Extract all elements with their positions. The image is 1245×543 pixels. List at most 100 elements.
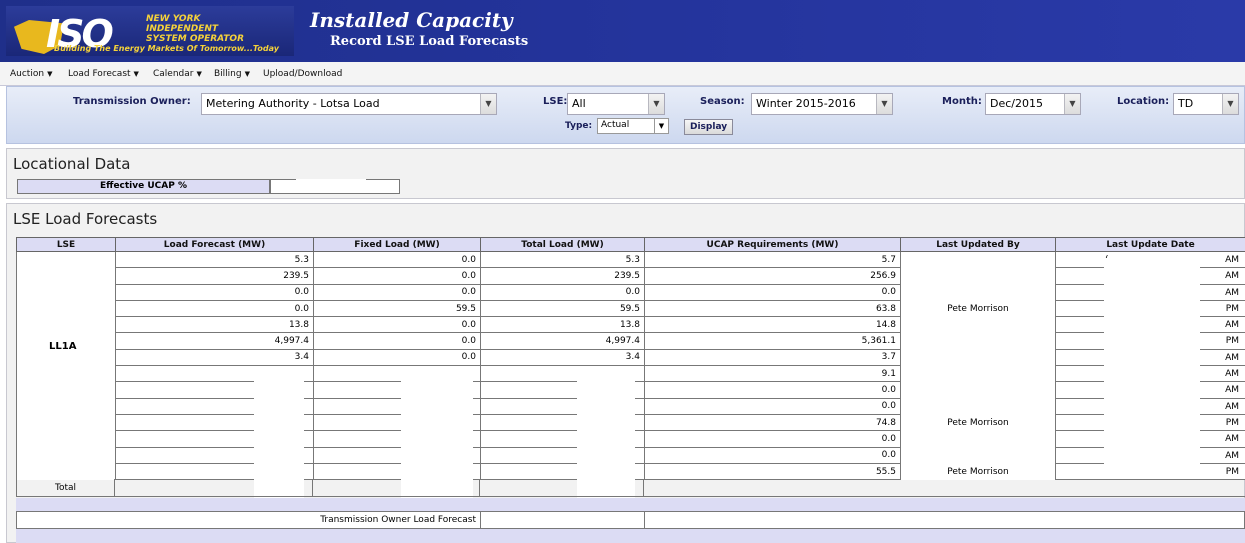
- page-title: Installed Capacity: [310, 8, 513, 32]
- date-ampm: AM: [1225, 287, 1239, 298]
- fixed-load-cell: 0.0: [313, 332, 481, 350]
- fixed-load-cell: 0.0: [313, 349, 481, 367]
- last-updated-by-cell: [900, 398, 1056, 415]
- month-value: Dec/2015: [990, 97, 1043, 110]
- table-row: 4,997.40.04,997.45,361.1(PM: [16, 332, 1245, 350]
- last-updated-by-cell: [900, 251, 1056, 268]
- to-load-forecast-value: [481, 512, 645, 528]
- locational-data-panel: Locational Data Effective UCAP %: [6, 148, 1245, 199]
- ucap-requirements-cell: 55.5: [644, 463, 901, 481]
- main-menu-bar: Auction ▼ Load Forecast ▼ Calendar ▼ Billin…: [0, 62, 1245, 86]
- total-total-load: [480, 479, 644, 497]
- menu-calendar[interactable]: Calendar ▼: [153, 69, 202, 79]
- table-row: 0.00.00.00.0(AM: [16, 284, 1245, 301]
- lse-merged-cell: [35, 258, 93, 470]
- chevron-down-icon: ▼: [244, 70, 250, 78]
- date-ampm: PM: [1225, 303, 1239, 314]
- lse-load-forecasts-title: LSE Load Forecasts: [13, 210, 158, 228]
- month-label: Month:: [942, 96, 982, 107]
- col-header-fixed-load[interactable]: Fixed Load (MW): [313, 237, 481, 252]
- load-forecast-cell[interactable]: 13.8: [115, 316, 314, 334]
- to-load-forecast-label: Transmission Owner Load Forecast: [17, 512, 481, 528]
- locational-data-title: Locational Data: [13, 155, 131, 173]
- ucap-requirements-cell: 0.0: [644, 284, 901, 301]
- lse-label: LSE:: [543, 96, 568, 107]
- load-forecast-cell[interactable]: 239.5: [115, 267, 314, 285]
- last-updated-by-cell: Pete Morrison: [900, 463, 1056, 480]
- date-ampm: AM: [1225, 385, 1239, 396]
- display-button[interactable]: Display: [684, 119, 734, 135]
- menu-load-forecast-label: Load Forecast: [68, 69, 131, 79]
- to-load-forecast-row: Transmission Owner Load Forecast: [16, 511, 1245, 529]
- transmission-owner-label: Transmission Owner:: [73, 96, 191, 107]
- col-header-last-updated-by[interactable]: Last Updated By: [900, 237, 1056, 252]
- col-header-total-load[interactable]: Total Load (MW): [480, 237, 645, 252]
- total-label: Total: [16, 479, 115, 497]
- total-load-forecast: [115, 479, 313, 497]
- header-banner: ISO NEW YORK INDEPENDENT SYSTEM OPERATOR…: [0, 0, 1245, 62]
- load-forecast-cell[interactable]: 4,997.4: [115, 332, 314, 350]
- table-header-row: LSE Load Forecast (MW) Fixed Load (MW) T…: [16, 237, 1245, 252]
- menu-upload-download-label: Upload/Download: [263, 69, 343, 79]
- date-ampm: AM: [1225, 271, 1239, 282]
- menu-upload-download[interactable]: Upload/Download: [263, 69, 342, 79]
- col-header-lse[interactable]: LSE: [16, 237, 116, 252]
- chevron-down-icon: ▼: [648, 94, 664, 114]
- load-forecast-cell[interactable]: 0.0: [115, 300, 314, 318]
- season-select[interactable]: Winter 2015-2016 ▼: [751, 93, 893, 115]
- fixed-load-cell: 0.0: [313, 267, 481, 285]
- redacted-area: [296, 179, 366, 189]
- table-row: 0.059.559.563.8Pete Morrison(PM: [16, 300, 1245, 318]
- date-ampm: PM: [1225, 336, 1239, 347]
- lse-select[interactable]: All ▼: [567, 93, 665, 115]
- menu-billing[interactable]: Billing ▼: [214, 69, 250, 79]
- total-load-cell: 13.8: [480, 316, 645, 334]
- nyiso-logo[interactable]: ISO NEW YORK INDEPENDENT SYSTEM OPERATOR…: [6, 6, 294, 56]
- logo-tagline: Building The Energy Markets Of Tomorrow.…: [54, 44, 279, 53]
- col-header-load-forecast[interactable]: Load Forecast (MW): [115, 237, 314, 252]
- menu-auction[interactable]: Auction ▼: [10, 69, 52, 79]
- ucap-requirements-cell: 9.1: [644, 365, 901, 383]
- load-forecast-cell[interactable]: 5.3: [115, 251, 314, 269]
- table-row: 13.80.013.814.8(AM: [16, 316, 1245, 334]
- total-load-cell: 59.5: [480, 300, 645, 318]
- total-load-cell: 239.5: [480, 267, 645, 285]
- total-load-cell: 3.4: [480, 349, 645, 367]
- last-updated-by-cell: Pete Morrison: [900, 300, 1056, 317]
- chevron-down-icon: ▼: [1222, 94, 1238, 114]
- location-select[interactable]: TD ▼: [1173, 93, 1239, 115]
- chevron-down-icon: ▼: [133, 70, 139, 78]
- footer-row: [16, 529, 1245, 543]
- logo-line-1: NEW YORK: [146, 14, 201, 24]
- date-ampm: AM: [1225, 352, 1239, 363]
- col-header-ucap-requirements[interactable]: UCAP Requirements (MW): [644, 237, 901, 252]
- filter-bar: Transmission Owner: Metering Authority -…: [6, 86, 1245, 144]
- transmission-owner-select[interactable]: Metering Authority - Lotsa Load ▼: [201, 93, 497, 115]
- menu-billing-label: Billing: [214, 69, 242, 79]
- chevron-down-icon: ▼: [480, 94, 496, 114]
- col-header-last-update-date[interactable]: Last Update Date: [1055, 237, 1245, 252]
- menu-auction-label: Auction: [10, 69, 45, 79]
- menu-load-forecast[interactable]: Load Forecast ▼: [68, 69, 139, 79]
- page-subtitle: Record LSE Load Forecasts: [330, 34, 529, 49]
- effective-ucap-label: Effective UCAP %: [17, 179, 270, 194]
- load-forecast-cell[interactable]: 3.4: [115, 349, 314, 367]
- chevron-down-icon: ▼: [47, 70, 53, 78]
- ucap-requirements-cell: 0.0: [644, 447, 901, 464]
- chevron-down-icon: ▼: [654, 119, 668, 133]
- ucap-requirements-cell: 256.9: [644, 267, 901, 285]
- month-select[interactable]: Dec/2015 ▼: [985, 93, 1081, 115]
- load-forecast-cell[interactable]: 0.0: [115, 284, 314, 301]
- type-select[interactable]: Actual ▼: [597, 118, 669, 134]
- ucap-requirements-cell: 0.0: [644, 398, 901, 415]
- date-ampm: AM: [1225, 450, 1239, 461]
- ucap-requirements-cell: 14.8: [644, 316, 901, 334]
- lse-name: LL1A: [49, 341, 77, 352]
- date-ampm: AM: [1225, 401, 1239, 412]
- date-ampm: AM: [1225, 369, 1239, 380]
- menu-calendar-label: Calendar: [153, 69, 194, 79]
- last-updated-by-cell: [900, 267, 1056, 285]
- date-ampm: PM: [1225, 466, 1239, 477]
- total-row: Total: [16, 479, 1245, 497]
- fixed-load-cell: 0.0: [313, 316, 481, 334]
